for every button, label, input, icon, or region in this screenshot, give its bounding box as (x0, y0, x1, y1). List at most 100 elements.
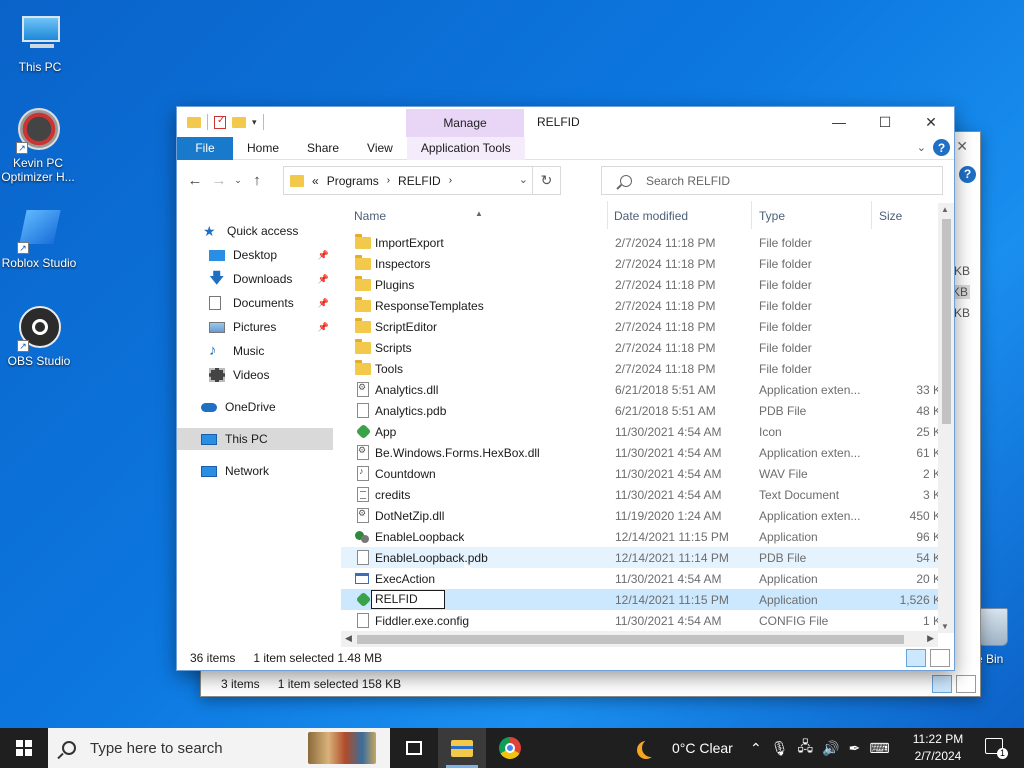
column-header-date[interactable]: Date modified (614, 209, 688, 223)
table-row[interactable]: EnableLoopback.pdb 12/14/2021 11:14 PM PDB… (341, 547, 941, 568)
notification-icon[interactable]: 1 (985, 738, 1008, 759)
taskbar-chrome[interactable] (486, 728, 534, 768)
table-row[interactable]: Fiddler.exe.config 11/30/2021 4:54 AM CONF… (341, 610, 941, 631)
chevron-down-icon[interactable]: ⌄ (917, 141, 926, 154)
title-bar[interactable]: ✓ ▾ Manage RELFID — ☐ ✕ (177, 107, 954, 137)
column-header-size[interactable]: Size (879, 209, 902, 223)
table-row[interactable]: EnableLoopback 12/14/2021 11:15 PM Applica… (341, 526, 941, 547)
table-row[interactable]: Tools 2/7/2024 11:18 PM File folder (341, 358, 941, 379)
table-row[interactable]: Be.Windows.Forms.HexBox.dll 11/30/2021 4:… (341, 442, 941, 463)
tab-view[interactable]: View (353, 137, 407, 160)
back-arrow-icon[interactable]: ← (183, 172, 207, 189)
desktop-icon-obs-studio[interactable]: ↗ OBS Studio (1, 304, 77, 368)
forward-arrow-icon[interactable]: → (207, 172, 231, 189)
pin-icon[interactable]: 📌 (318, 322, 329, 333)
table-row[interactable]: Plugins 2/7/2024 11:18 PM File folder (341, 274, 941, 295)
chevron-down-icon[interactable]: ▾ (252, 117, 257, 128)
nav-videos[interactable]: Videos (177, 364, 333, 386)
table-row[interactable]: DotNetZip.dll 11/19/2020 1:24 AM Applicati… (341, 505, 941, 526)
breadcrumb-relfid[interactable]: RELFID (398, 174, 441, 188)
tab-home[interactable]: Home (233, 137, 293, 160)
scroll-down-icon[interactable]: ▼ (941, 622, 949, 631)
taskbar-search-input[interactable]: Type here to search (90, 740, 223, 757)
search-highlight-image[interactable] (308, 732, 376, 764)
large-icons-view-button[interactable] (930, 649, 950, 667)
task-view-button[interactable] (390, 728, 438, 768)
table-row[interactable]: RELFID 12/14/2021 11:15 PM Application 1,52… (341, 589, 941, 610)
microphone-icon[interactable]: 🎙 (771, 740, 789, 757)
scroll-left-icon[interactable]: ◀ (345, 633, 352, 644)
scroll-right-icon[interactable]: ▶ (927, 633, 934, 644)
large-icons-view-button[interactable] (956, 675, 976, 693)
clock[interactable]: 11:22 PM 2/7/2024 (900, 731, 976, 765)
details-view-button[interactable] (906, 649, 926, 667)
chevron-up-icon[interactable]: ⌃ (750, 740, 762, 757)
pen-icon[interactable]: ✒ (849, 740, 861, 757)
table-row[interactable]: ResponseTemplates 2/7/2024 11:18 PM File f… (341, 295, 941, 316)
table-row[interactable]: Inspectors 2/7/2024 11:18 PM File folder (341, 253, 941, 274)
table-row[interactable]: credits 11/30/2021 4:54 AM Text Document 3 … (341, 484, 941, 505)
table-row[interactable]: Analytics.dll 6/21/2018 5:51 AM Applicatio… (341, 379, 941, 400)
close-icon[interactable]: ✕ (956, 138, 968, 155)
search-input[interactable]: Search RELFID (646, 174, 730, 188)
nav-music[interactable]: ♪ Music (177, 340, 333, 362)
tab-share[interactable]: Share (293, 137, 353, 160)
minimize-button[interactable]: — (816, 107, 862, 137)
up-arrow-icon[interactable]: ↑ (245, 172, 269, 189)
address-bar[interactable]: « Programs › RELFID › ⌄ ↻ (283, 166, 561, 195)
taskbar-search[interactable]: Type here to search (48, 728, 390, 768)
scroll-thumb[interactable] (357, 635, 904, 644)
table-row[interactable]: Analytics.pdb 6/21/2018 5:51 AM PDB File 48… (341, 400, 941, 421)
horizontal-scrollbar[interactable]: ◀ ▶ (341, 631, 938, 647)
new-folder-icon[interactable] (232, 116, 246, 128)
nav-pictures[interactable]: Pictures 📌 (177, 316, 333, 338)
tab-file[interactable]: File (177, 136, 233, 160)
table-row[interactable]: ScriptEditor 2/7/2024 11:18 PM File folder (341, 316, 941, 337)
breadcrumb-overflow[interactable]: « (312, 174, 319, 188)
table-row[interactable]: Countdown 11/30/2021 4:54 AM WAV File 2 K (341, 463, 941, 484)
column-header-name[interactable]: Name (354, 209, 386, 223)
tab-manage[interactable]: Manage (406, 109, 524, 137)
breadcrumb-separator-icon[interactable]: › (387, 175, 390, 186)
tab-application-tools[interactable]: Application Tools (406, 136, 525, 160)
pin-icon[interactable]: 📌 (318, 298, 329, 309)
scroll-up-icon[interactable]: ▲ (941, 205, 949, 214)
desktop-icon-pc-optimizer[interactable]: ↗ Kevin PC Optimizer H... (0, 106, 76, 184)
scroll-thumb[interactable] (942, 219, 951, 424)
taskbar-file-explorer[interactable] (438, 728, 486, 768)
close-button[interactable]: ✕ (908, 107, 954, 137)
maximize-button[interactable]: ☐ (862, 107, 908, 137)
pin-icon[interactable]: 📌 (318, 274, 329, 285)
explorer-window[interactable]: ✓ ▾ Manage RELFID — ☐ ✕ File Home Share … (176, 106, 955, 671)
keyboard-icon[interactable]: ⌨ (869, 740, 889, 757)
weather-widget[interactable]: 0°C Clear (636, 728, 733, 768)
chevron-down-icon[interactable]: ⌄ (519, 173, 528, 186)
nav-quick-access[interactable]: ★ Quick access (177, 220, 333, 242)
start-button[interactable] (0, 728, 48, 768)
table-row[interactable]: Scripts 2/7/2024 11:18 PM File folder (341, 337, 941, 358)
column-header-type[interactable]: Type (759, 209, 785, 223)
nav-desktop[interactable]: Desktop 📌 (177, 244, 333, 266)
network-icon[interactable]: 🖧 (798, 736, 814, 760)
refresh-icon[interactable]: ↻ (532, 167, 560, 194)
recent-chevron-icon[interactable]: ⌄ (231, 175, 245, 186)
breadcrumb-programs[interactable]: Programs (327, 174, 379, 188)
pin-icon[interactable]: 📌 (318, 250, 329, 261)
nav-this-pc[interactable]: This PC (177, 428, 333, 450)
desktop-icon-this-pc[interactable]: This PC (2, 10, 78, 74)
search-box[interactable]: Search RELFID (601, 166, 943, 195)
help-icon[interactable]: ? (959, 166, 976, 183)
table-row[interactable]: ImportExport 2/7/2024 11:18 PM File folder (341, 232, 941, 253)
nav-documents[interactable]: Documents 📌 (177, 292, 333, 314)
nav-network[interactable]: Network (177, 460, 333, 482)
vertical-scrollbar[interactable]: ▲ ▼ (938, 203, 954, 633)
volume-icon[interactable]: 🔊 (822, 740, 839, 757)
table-row[interactable]: ExecAction 11/30/2021 4:54 AM Application 2… (341, 568, 941, 589)
help-icon[interactable]: ? (933, 139, 950, 156)
rename-input[interactable]: RELFID (371, 590, 445, 609)
desktop-icon-roblox-studio[interactable]: ↗ Roblox Studio (1, 206, 77, 270)
details-view-button[interactable] (932, 675, 952, 693)
nav-downloads[interactable]: 🡇 Downloads 📌 (177, 268, 333, 290)
table-row[interactable]: App 11/30/2021 4:54 AM Icon 25 K (341, 421, 941, 442)
properties-icon[interactable]: ✓ (214, 115, 226, 129)
